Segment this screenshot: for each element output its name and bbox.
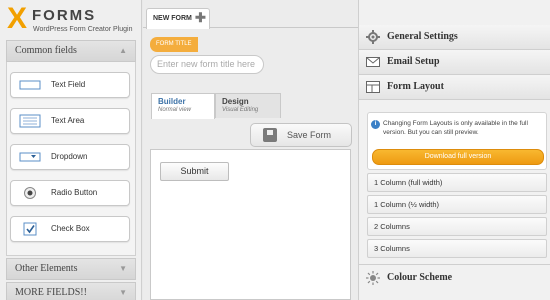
more-fields-header[interactable]: MORE FIELDS!! ▼ xyxy=(6,282,136,300)
save-icon xyxy=(263,128,277,142)
layout-option-2col[interactable]: 2 Columns xyxy=(367,217,547,236)
layout-icon xyxy=(366,81,380,93)
add-tab-icon[interactable]: ✚ xyxy=(195,11,206,25)
tab-builder-title: Builder xyxy=(158,97,186,106)
dropdown-icon xyxy=(19,152,41,162)
tab-design-title: Design xyxy=(222,97,249,106)
field-button-text-area[interactable]: Text Area xyxy=(10,108,130,134)
field-button-label: Radio Button xyxy=(51,188,98,197)
colour-scheme-header[interactable]: Colour Scheme xyxy=(359,266,550,291)
field-button-label: Dropdown xyxy=(51,152,88,161)
expand-down-icon[interactable]: ▼ xyxy=(119,259,127,279)
logo-x-icon: X xyxy=(7,2,27,35)
other-elements-title: Other Elements xyxy=(15,263,78,274)
other-elements-header[interactable]: Other Elements ▼ xyxy=(6,258,136,280)
form-title-input[interactable]: Enter new form title here xyxy=(150,55,264,74)
tab-builder[interactable]: Builder Normal view xyxy=(151,93,215,119)
logo-wordmark: FORMS xyxy=(32,7,97,24)
more-fields-title: MORE FIELDS!! xyxy=(15,287,87,298)
field-button-check-box[interactable]: Check Box xyxy=(10,216,130,242)
layout-option-1col-full[interactable]: 1 Column (full width) xyxy=(367,173,547,192)
email-setup-title: Email Setup xyxy=(387,56,440,67)
form-editor: NEW FORM ✚ FORM TITLE Enter new form tit… xyxy=(143,0,358,300)
divider xyxy=(359,264,550,265)
save-form-label: Save Form xyxy=(287,130,332,140)
form-layout-title: Form Layout xyxy=(387,81,444,92)
upgrade-notice: i Changing Form Layouts is only availabl… xyxy=(367,112,547,170)
sun-icon xyxy=(366,271,380,285)
text-area-icon xyxy=(19,114,41,128)
radio-button-icon xyxy=(24,187,36,199)
common-fields-title: Common fields xyxy=(15,45,77,56)
common-fields-header[interactable]: Common fields ▲ xyxy=(6,40,136,62)
layout-option-1col-half[interactable]: 1 Column (½ width) xyxy=(367,195,547,214)
gear-icon xyxy=(366,30,380,44)
form-tabstrip: NEW FORM ✚ xyxy=(143,0,358,29)
colour-scheme-title: Colour Scheme xyxy=(387,272,453,283)
save-form-button[interactable]: Save Form xyxy=(250,123,352,147)
tab-design[interactable]: Design Visual Editing xyxy=(215,93,281,118)
upgrade-notice-text: Changing Form Layouts is only available … xyxy=(383,120,528,136)
expand-down-icon[interactable]: ▼ xyxy=(119,283,127,300)
envelope-icon xyxy=(366,57,380,67)
collapse-up-icon[interactable]: ▲ xyxy=(119,41,127,61)
field-button-label: Check Box xyxy=(51,224,90,233)
field-button-label: Text Field xyxy=(51,80,86,89)
settings-panel: General Settings Email Setup Form Layout… xyxy=(358,0,550,300)
logo: X FORMS WordPress Form Creator Plugin xyxy=(7,2,137,36)
sidebar: X FORMS WordPress Form Creator Plugin Co… xyxy=(0,0,142,300)
tab-new-form-label: NEW FORM xyxy=(153,15,192,22)
text-field-icon xyxy=(19,80,41,90)
field-button-text-field[interactable]: Text Field xyxy=(10,72,130,98)
checkbox-icon xyxy=(23,222,37,236)
field-button-label: Text Area xyxy=(51,116,85,125)
layout-option-3col[interactable]: 3 Columns xyxy=(367,239,547,258)
logo-subtitle: WordPress Form Creator Plugin xyxy=(33,26,133,33)
tab-builder-subtitle: Normal view xyxy=(158,107,192,113)
download-full-version-button[interactable]: Download full version xyxy=(372,149,544,165)
general-settings-header[interactable]: General Settings xyxy=(359,25,550,50)
info-icon: i xyxy=(371,120,380,129)
tab-design-subtitle: Visual Editing xyxy=(222,107,259,113)
tab-new-form[interactable]: NEW FORM ✚ xyxy=(146,8,210,29)
general-settings-title: General Settings xyxy=(387,31,458,42)
submit-button[interactable]: Submit xyxy=(160,162,229,181)
field-button-dropdown[interactable]: Dropdown xyxy=(10,144,130,170)
field-button-radio-button[interactable]: Radio Button xyxy=(10,180,130,206)
form-layout-header[interactable]: Form Layout xyxy=(359,75,550,100)
email-setup-header[interactable]: Email Setup xyxy=(359,50,550,75)
form-title-label: FORM TITLE xyxy=(150,37,198,52)
